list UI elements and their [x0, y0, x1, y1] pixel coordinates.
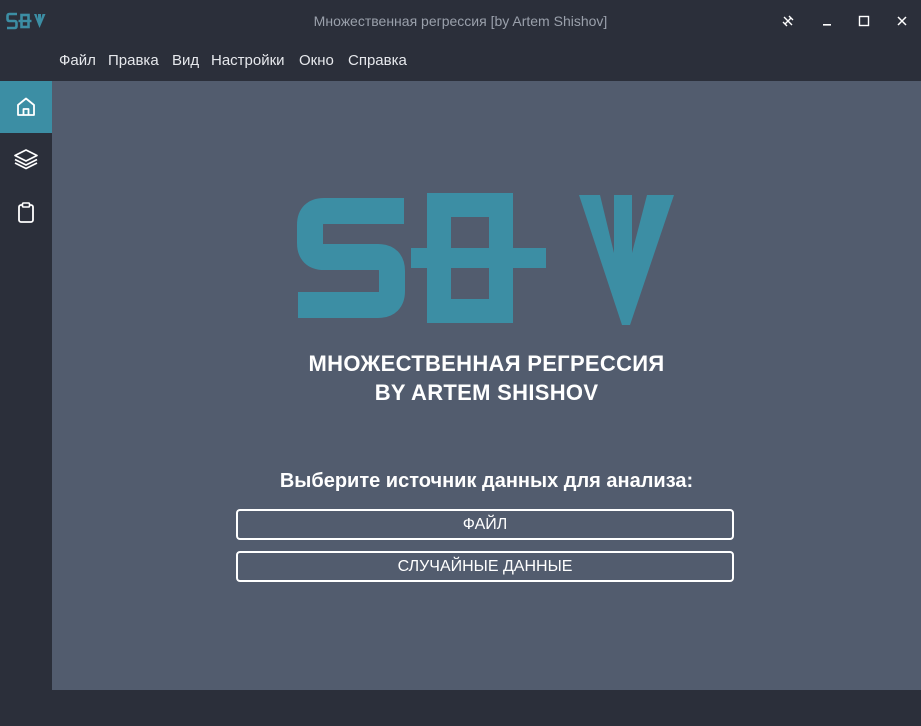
- close-icon: [897, 16, 907, 26]
- menu-settings[interactable]: Настройки: [211, 52, 285, 69]
- sidebar-item-home[interactable]: [0, 81, 52, 133]
- minimize-button[interactable]: [814, 10, 840, 32]
- clipboard-icon: [18, 202, 34, 223]
- title-bar: Множественная регрессия [by Artem Shisho…: [0, 0, 921, 42]
- menu-view[interactable]: Вид: [172, 52, 199, 69]
- data-source-prompt: Выберите источник данных для анализа:: [279, 470, 694, 492]
- sidebar-item-layers[interactable]: [0, 133, 52, 185]
- sidebar: [0, 81, 52, 690]
- status-bar: [0, 690, 921, 726]
- file-source-button[interactable]: ФАЙЛ: [236, 509, 734, 540]
- app-heading-line1: МНОЖЕСТВЕННАЯ РЕГРЕССИЯ: [308, 351, 665, 376]
- main-panel: МНОЖЕСТВЕННАЯ РЕГРЕССИЯ BY ARTEM SHISHOV…: [52, 81, 921, 690]
- random-data-button[interactable]: СЛУЧАЙНЫЕ ДАННЫЕ: [236, 551, 734, 582]
- sev-logo-icon: [297, 193, 674, 325]
- app-heading-line2: BY ARTEM SHISHOV: [374, 380, 599, 405]
- pin-icon: [782, 15, 794, 27]
- menu-file[interactable]: Файл: [59, 52, 96, 69]
- menu-bar: Файл Правка Вид Настройки Окно Справка: [0, 42, 921, 81]
- pin-button[interactable]: [775, 10, 801, 32]
- sidebar-item-clipboard[interactable]: [0, 187, 52, 239]
- maximize-icon: [858, 15, 870, 27]
- menu-window[interactable]: Окно: [299, 52, 334, 69]
- layers-icon: [14, 149, 38, 170]
- minimize-icon: [823, 24, 831, 26]
- menu-edit[interactable]: Правка: [108, 52, 159, 69]
- close-button[interactable]: [889, 10, 915, 32]
- menu-help[interactable]: Справка: [348, 52, 407, 69]
- home-icon: [17, 97, 35, 116]
- maximize-button[interactable]: [851, 10, 877, 32]
